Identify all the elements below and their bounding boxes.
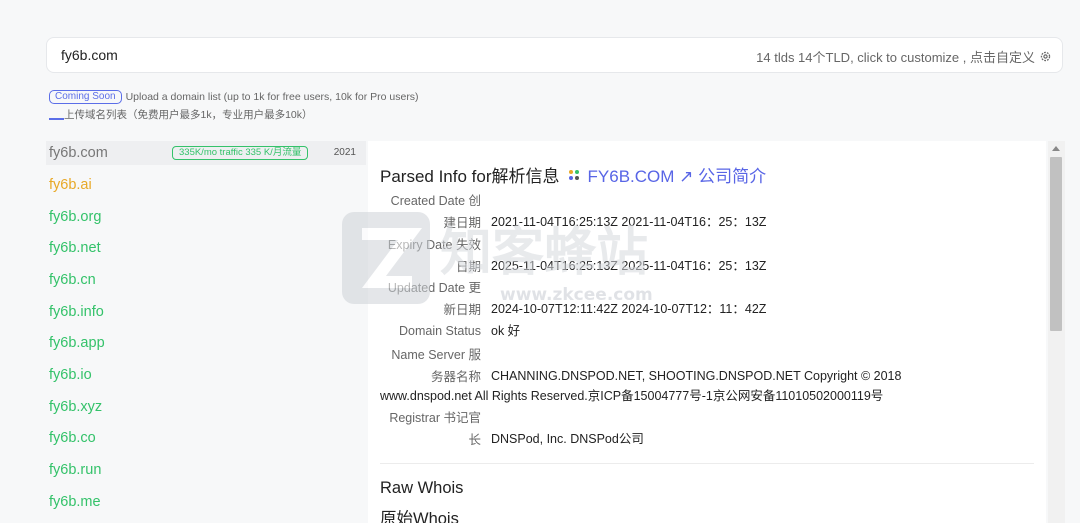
domain-item-fy6b-com[interactable]: fy6b.com 335K/mo traffic 335 K/月流量 2021 <box>46 141 366 165</box>
info-value: CHANNING.DNSPOD.NET, SHOOTING.DNSPOD.NET… <box>491 369 902 383</box>
domain-item-fy6b-io[interactable]: fy6b.io <box>46 359 366 391</box>
info-label: Updated Date 更新日期 <box>387 281 481 317</box>
domain-external-link[interactable]: FY6B.COM ↗ 公司简介 <box>588 162 767 187</box>
domain-item-fy6b-net[interactable]: fy6b.net <box>46 232 366 264</box>
registered-year: 2021 <box>333 147 356 158</box>
info-label: Registrar 书记官长 <box>389 411 481 447</box>
upload-notice-cn: 上传域名列表（免费用户最多1k，专业用户最多10k） <box>49 107 313 122</box>
domain-favicon-icon <box>568 169 580 181</box>
info-value-continued: www.dnspod.net All Rights Reserved.京ICP备… <box>380 389 884 403</box>
domain-name: fy6b.com <box>49 145 108 161</box>
panel-scrollbar[interactable] <box>1048 141 1065 523</box>
info-label: Domain Status <box>399 324 481 338</box>
raw-whois-heading: Raw Whois <box>380 479 464 497</box>
info-value: DNSPod, Inc. DNSPod公司 <box>491 432 644 446</box>
domain-name: fy6b.run <box>49 462 102 479</box>
upload-text-en: Upload a domain list (up to 1k for free … <box>125 91 419 103</box>
raw-whois-heading-cn: 原始Whois <box>380 510 459 523</box>
info-value: 2024-10-07T12:11:42Z 2024-10-07T12：11：42… <box>491 302 767 316</box>
section-divider <box>380 463 1034 464</box>
upload-text-cn: 上传域名列表（免费用户最多1k，专业用户最多10k） <box>64 109 313 121</box>
domain-name: fy6b.me <box>49 493 101 510</box>
domain-item-fy6b-info[interactable]: fy6b.info <box>46 296 366 328</box>
domain-item-fy6b-me[interactable]: fy6b.me <box>46 486 366 518</box>
coming-soon-badge: Coming Soon <box>49 90 122 104</box>
gear-icon <box>1039 50 1052 63</box>
domain-name: fy6b.co <box>49 430 96 447</box>
tld-customize-button[interactable]: 14 tlds 14个TLD, click to customize , 点击自… <box>756 47 1052 66</box>
domain-list: fy6b.com 335K/mo traffic 335 K/月流量 2021 … <box>46 141 366 518</box>
domain-search-input[interactable] <box>61 47 661 63</box>
info-label: Name Server 服务器名称 <box>391 348 481 384</box>
domain-item-fy6b-ai[interactable]: fy6b.ai <box>46 169 366 201</box>
upload-toggle-bar[interactable] <box>49 118 64 120</box>
whois-detail-panel: Parsed Info for解析信息 FY6B.COM ↗ 公司简介 Crea… <box>368 141 1046 523</box>
domain-item-fy6b-cn[interactable]: fy6b.cn <box>46 264 366 296</box>
domain-search-bar: 14 tlds 14个TLD, click to customize , 点击自… <box>46 37 1063 73</box>
panel-title: Parsed Info for解析信息 FY6B.COM ↗ 公司简介 <box>380 162 766 187</box>
info-label: Expiry Date 失效日期 <box>387 238 481 274</box>
domain-item-fy6b-app[interactable]: fy6b.app <box>46 327 366 359</box>
domain-name: fy6b.io <box>49 366 92 383</box>
info-value: 2021-11-04T16:25:13Z 2021-11-04T16：25：13… <box>491 215 767 229</box>
panel-title-text: Parsed Info for解析信息 <box>380 167 560 186</box>
domain-item-fy6b-xyz[interactable]: fy6b.xyz <box>46 391 366 423</box>
scroll-thumb[interactable] <box>1050 157 1062 331</box>
domain-name: fy6b.org <box>49 208 102 225</box>
domain-name: fy6b.ai <box>49 176 92 193</box>
info-value: ok 好 <box>491 324 521 338</box>
scroll-up-arrow-icon[interactable] <box>1052 146 1060 151</box>
info-label: Created Date 创建日期 <box>390 194 481 230</box>
domain-item-fy6b-run[interactable]: fy6b.run <box>46 454 366 486</box>
tld-hint-text: 14 tlds 14个TLD, click to customize , 点击自… <box>756 50 1035 65</box>
domain-name: fy6b.xyz <box>49 398 103 415</box>
domain-name: fy6b.net <box>49 240 101 257</box>
domain-name: fy6b.cn <box>49 271 96 288</box>
traffic-badge: 335K/mo traffic 335 K/月流量 <box>172 146 309 160</box>
upload-notice: Coming Soon Upload a domain list (up to … <box>49 90 419 104</box>
info-value: 2025-11-04T16:25:13Z 2025-11-04T16：25：13… <box>491 259 767 273</box>
domain-item-fy6b-co[interactable]: fy6b.co <box>46 423 366 455</box>
domain-name: fy6b.info <box>49 303 104 320</box>
domain-item-fy6b-org[interactable]: fy6b.org <box>46 201 366 233</box>
domain-name: fy6b.app <box>49 335 105 352</box>
